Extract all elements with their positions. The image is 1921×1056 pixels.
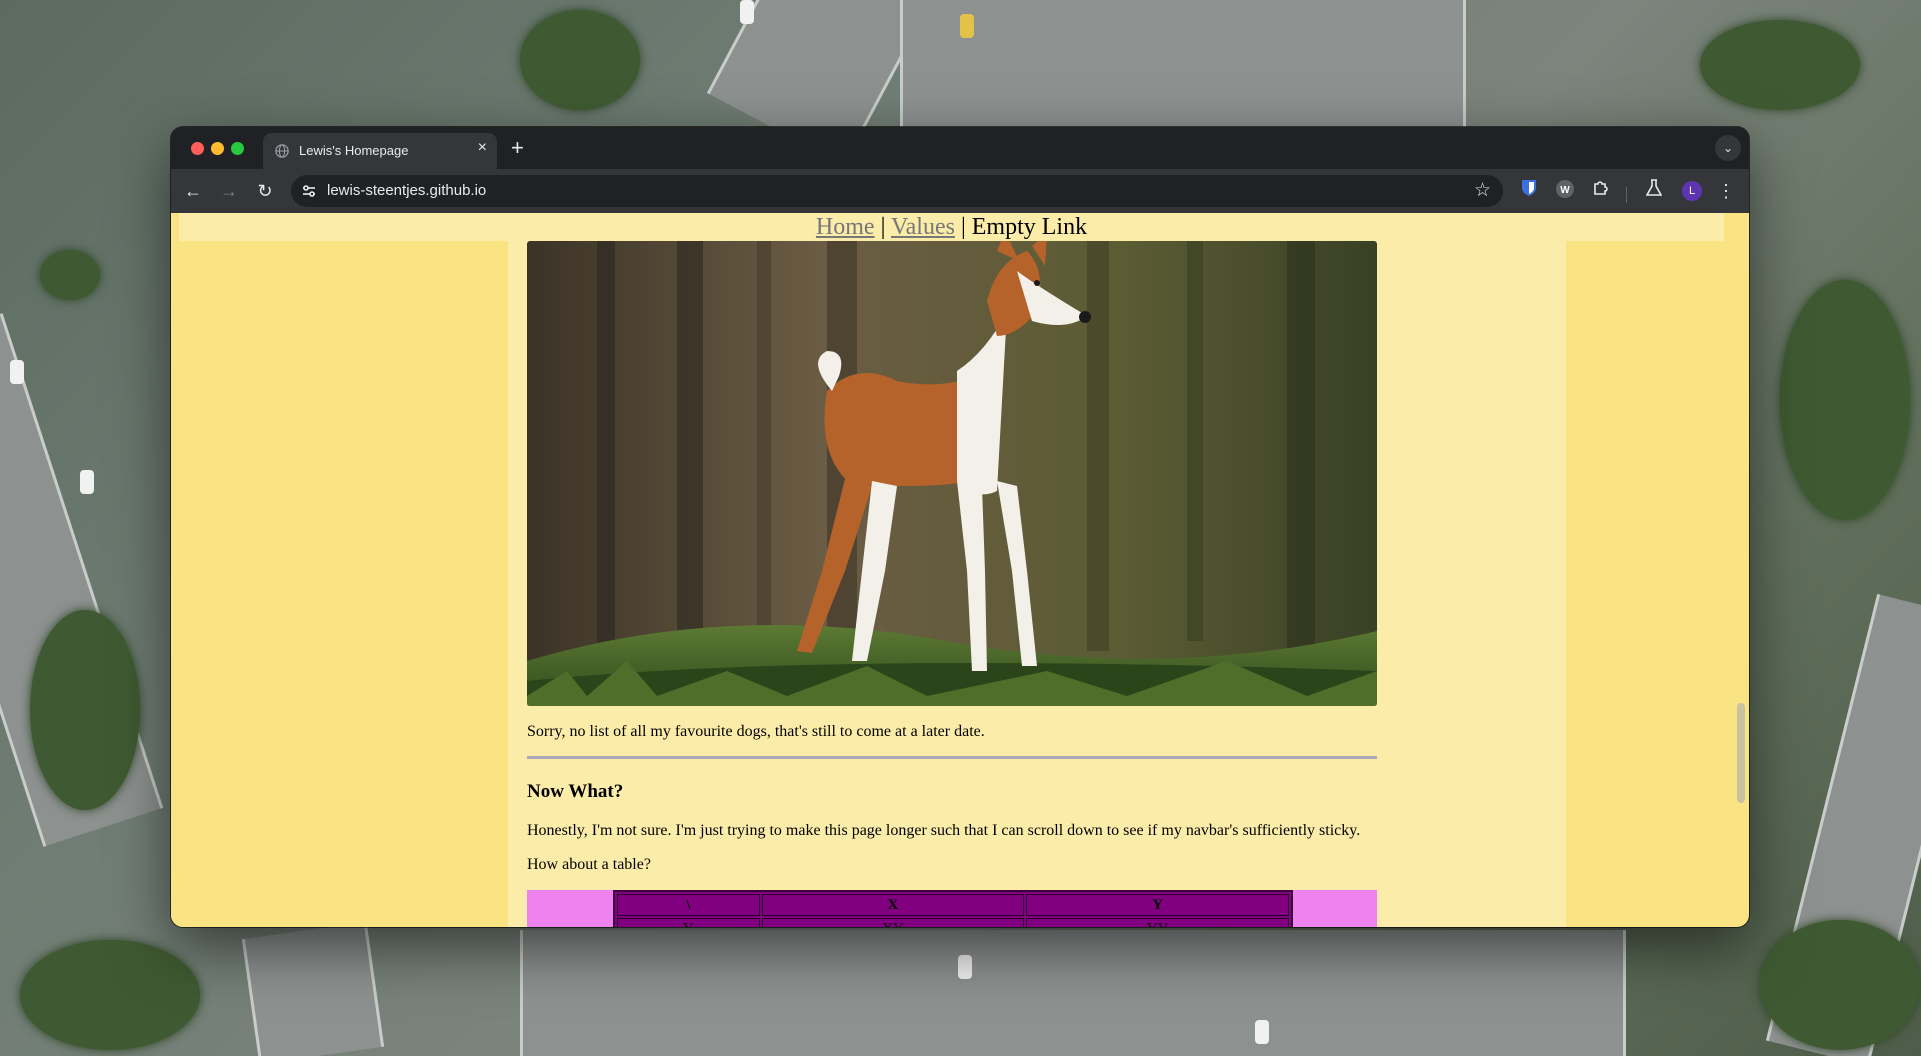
table-row: Y XY YY <box>617 918 1289 927</box>
basenji-dog-photo <box>527 241 1377 706</box>
dogs-paragraph: Sorry, no list of all my favourite dogs,… <box>527 723 985 740</box>
nav-link-empty[interactable]: Empty Link <box>972 214 1087 240</box>
more-menu-icon[interactable]: ⋮ <box>1714 179 1738 203</box>
globe-icon <box>275 144 289 158</box>
url-text: lewis-steentjes.github.io <box>327 182 487 199</box>
table-cell: XY <box>761 918 1025 927</box>
browser-window: Lewis's Homepage × + ⌄ ← → ↻ lewis-steen… <box>171 127 1749 927</box>
svg-text:W: W <box>1560 185 1570 196</box>
reload-icon[interactable]: ↻ <box>253 179 277 203</box>
table-cell: YY <box>1026 918 1289 927</box>
tab-strip: Lewis's Homepage × + ⌄ <box>171 127 1749 169</box>
left-sidebar <box>171 213 508 927</box>
bookmark-star-icon[interactable]: ☆ <box>1474 179 1491 202</box>
page-viewport: Sorry, no list of all my favourite dogs,… <box>171 213 1749 927</box>
table-intro-paragraph: How about a table? <box>527 856 651 873</box>
new-tab-button[interactable]: + <box>511 135 524 161</box>
window-zoom-button[interactable] <box>231 142 244 155</box>
tab-title: Lewis's Homepage <box>299 143 409 158</box>
table-header-cell: \ <box>617 894 760 916</box>
horizontal-rule <box>527 756 1377 759</box>
nav-link-home[interactable]: Home <box>816 214 875 240</box>
tab-close-icon[interactable]: × <box>478 139 487 157</box>
nav-separator: | <box>880 214 886 240</box>
table-header-row: \ X Y <box>617 894 1289 916</box>
window-close-button[interactable] <box>191 142 204 155</box>
values-table: \ X Y Y XY YY <box>613 890 1293 927</box>
back-icon[interactable]: ← <box>181 179 205 203</box>
table-container: \ X Y Y XY YY <box>527 890 1377 927</box>
table-header-cell: Y <box>1026 894 1289 916</box>
browser-toolbar: ← → ↻ lewis-steentjes.github.io ☆ W L ⋮ <box>171 169 1749 213</box>
forward-icon[interactable]: → <box>217 179 241 203</box>
profile-avatar[interactable]: L <box>1682 181 1702 201</box>
bitwarden-icon[interactable] <box>1517 179 1541 203</box>
now-what-heading: Now What? <box>527 781 624 802</box>
nav-link-values[interactable]: Values <box>891 214 955 240</box>
address-bar[interactable]: lewis-steentjes.github.io ☆ <box>291 175 1503 207</box>
right-sidebar <box>1566 213 1732 927</box>
page-scrollbar-thumb[interactable] <box>1737 703 1745 803</box>
table-header-cell: X <box>761 894 1025 916</box>
nav-separator: | <box>960 214 966 240</box>
labs-icon[interactable] <box>1642 179 1666 203</box>
sticky-navbar: Home | Values | Empty Link <box>179 213 1724 241</box>
site-info-icon[interactable] <box>301 183 317 199</box>
toolbar-divider <box>1626 187 1627 203</box>
wordtune-icon[interactable]: W <box>1553 179 1577 203</box>
honestly-paragraph: Honestly, I'm not sure. I'm just trying … <box>527 822 1361 839</box>
table-cell: Y <box>617 918 760 927</box>
window-minimize-button[interactable] <box>211 142 224 155</box>
tab-lewis-homepage[interactable]: Lewis's Homepage × <box>263 133 497 169</box>
tab-search-icon[interactable]: ⌄ <box>1715 135 1741 161</box>
extensions-icon[interactable] <box>1589 179 1613 203</box>
